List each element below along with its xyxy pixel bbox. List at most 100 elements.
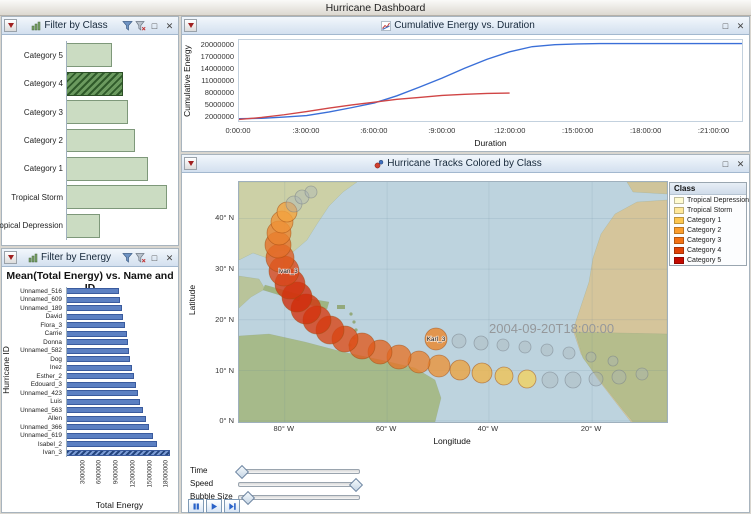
legend-entry[interactable]: Tropical Depression — [670, 195, 746, 205]
energy-bar[interactable] — [67, 322, 125, 328]
filter-icon[interactable] — [122, 252, 133, 263]
x-axis-title: Total Energy — [66, 500, 173, 510]
panel-title: Hurricane Tracks Colored by Class — [387, 158, 542, 169]
close-button[interactable]: ✕ — [734, 157, 747, 170]
track-bubble[interactable] — [474, 336, 488, 350]
window-title: Hurricane Dashboard — [326, 2, 426, 14]
red-triangle-menu-icon[interactable] — [4, 19, 17, 32]
energy-bar[interactable] — [67, 373, 134, 379]
slider-thumb[interactable] — [241, 490, 255, 504]
close-button[interactable]: ✕ — [163, 251, 176, 264]
energy-bar[interactable] — [67, 416, 146, 422]
close-button[interactable]: ✕ — [734, 19, 747, 32]
energy-bar[interactable] — [67, 365, 132, 371]
track-bubble[interactable] — [472, 363, 492, 383]
track-bubble[interactable] — [586, 352, 596, 362]
class-filter-bar[interactable] — [67, 100, 128, 124]
class-filter-bar[interactable] — [67, 214, 100, 238]
legend-entry[interactable]: Category 3 — [670, 235, 746, 245]
step-forward-button[interactable] — [224, 499, 240, 513]
legend-entry[interactable]: Category 5 — [670, 255, 746, 265]
red-triangle-menu-icon[interactable] — [4, 251, 17, 264]
track-bubble[interactable] — [408, 351, 430, 373]
track-bubble[interactable] — [612, 370, 626, 384]
red-triangle-menu-icon[interactable] — [184, 157, 197, 170]
track-bubble[interactable] — [518, 370, 536, 388]
track-bubble[interactable] — [452, 334, 466, 348]
panel-header: Filter by Class □ ✕ — [2, 17, 178, 35]
track-bubble[interactable] — [428, 355, 450, 377]
track-bubble[interactable] — [563, 347, 575, 359]
legend-title: Class — [670, 183, 746, 195]
energy-bar[interactable] — [67, 339, 128, 345]
time-slider[interactable] — [238, 469, 360, 474]
legend-entry[interactable]: Category 1 — [670, 215, 746, 225]
energy-bar[interactable] — [67, 356, 130, 362]
class-filter-bar[interactable] — [67, 157, 148, 181]
maximize-button[interactable]: □ — [148, 251, 161, 264]
red-triangle-menu-icon[interactable] — [184, 19, 197, 32]
track-bubble[interactable] — [541, 344, 553, 356]
speed-slider[interactable] — [238, 482, 360, 487]
y-tick-label: 11000000 — [182, 76, 234, 85]
track-bubble[interactable] — [636, 368, 648, 380]
track-bubble[interactable] — [542, 372, 558, 388]
track-bubble[interactable] — [450, 360, 470, 380]
track-bubble[interactable] — [305, 186, 317, 198]
pause-button[interactable] — [188, 499, 204, 513]
y-axis-title: Latitude — [187, 285, 197, 315]
energy-bar[interactable] — [67, 424, 149, 430]
energy-bar[interactable] — [67, 407, 143, 413]
x-tick-label: 9000000 — [113, 460, 120, 484]
energy-filter-chart[interactable] — [66, 287, 173, 457]
class-filter-bar[interactable] — [67, 72, 123, 96]
energy-bar[interactable] — [67, 288, 119, 294]
class-axis-label: Category 3 — [4, 98, 66, 126]
hurricane-map[interactable]: 2004-09-20T18:00:00Ivan_3Karl_3 — [238, 181, 668, 423]
energy-bar[interactable] — [67, 305, 122, 311]
play-button[interactable] — [206, 499, 222, 513]
maximize-button[interactable]: □ — [719, 19, 732, 32]
x-tick-label: 0:00:00 — [225, 126, 250, 135]
clear-filter-icon[interactable] — [135, 252, 146, 263]
energy-bar[interactable] — [67, 441, 157, 447]
track-bubble[interactable] — [565, 372, 581, 388]
energy-bar[interactable] — [67, 399, 140, 405]
legend-entry[interactable]: Tropical Storm — [670, 205, 746, 215]
energy-bar[interactable] — [67, 390, 138, 396]
hurricane-axis-label: Ivan_3 — [8, 449, 64, 458]
energy-bar[interactable] — [67, 297, 120, 303]
class-filter-chart[interactable] — [66, 41, 174, 240]
energy-bar[interactable] — [67, 433, 153, 439]
track-bubble[interactable] — [589, 372, 603, 386]
clear-filter-icon[interactable] — [135, 20, 146, 31]
energy-bar[interactable] — [67, 382, 136, 388]
track-bubble[interactable] — [497, 339, 509, 351]
storm-label: Ivan_3 — [278, 268, 298, 275]
track-bubble[interactable] — [495, 367, 513, 385]
filter-icon[interactable] — [122, 20, 133, 31]
maximize-button[interactable]: □ — [719, 157, 732, 170]
slider-thumb[interactable] — [349, 477, 363, 491]
class-filter-bar[interactable] — [67, 43, 112, 67]
track-bubble[interactable] — [608, 356, 618, 366]
legend-entry[interactable]: Category 4 — [670, 245, 746, 255]
panel-header: Cumulative Energy vs. Duration □ ✕ — [182, 17, 749, 35]
window-titlebar[interactable]: Hurricane Dashboard — [0, 0, 751, 16]
legend-entry[interactable]: Category 2 — [670, 225, 746, 235]
energy-bar[interactable] — [67, 450, 170, 456]
energy-bar[interactable] — [67, 331, 127, 337]
panel-title: Filter by Energy — [41, 252, 111, 263]
class-filter-bar[interactable] — [67, 129, 135, 153]
energy-bar[interactable] — [67, 314, 123, 320]
legend-color-chip — [674, 197, 684, 204]
cumulative-energy-plot[interactable] — [238, 39, 743, 122]
class-filter-bar[interactable] — [67, 185, 167, 209]
slider-thumb[interactable] — [235, 464, 249, 478]
red-triangle-glyph — [188, 161, 194, 166]
close-button[interactable]: ✕ — [163, 19, 176, 32]
energy-bar[interactable] — [67, 348, 129, 354]
maximize-button[interactable]: □ — [148, 19, 161, 32]
bubble-size-slider[interactable] — [238, 495, 360, 500]
track-bubble[interactable] — [519, 341, 531, 353]
